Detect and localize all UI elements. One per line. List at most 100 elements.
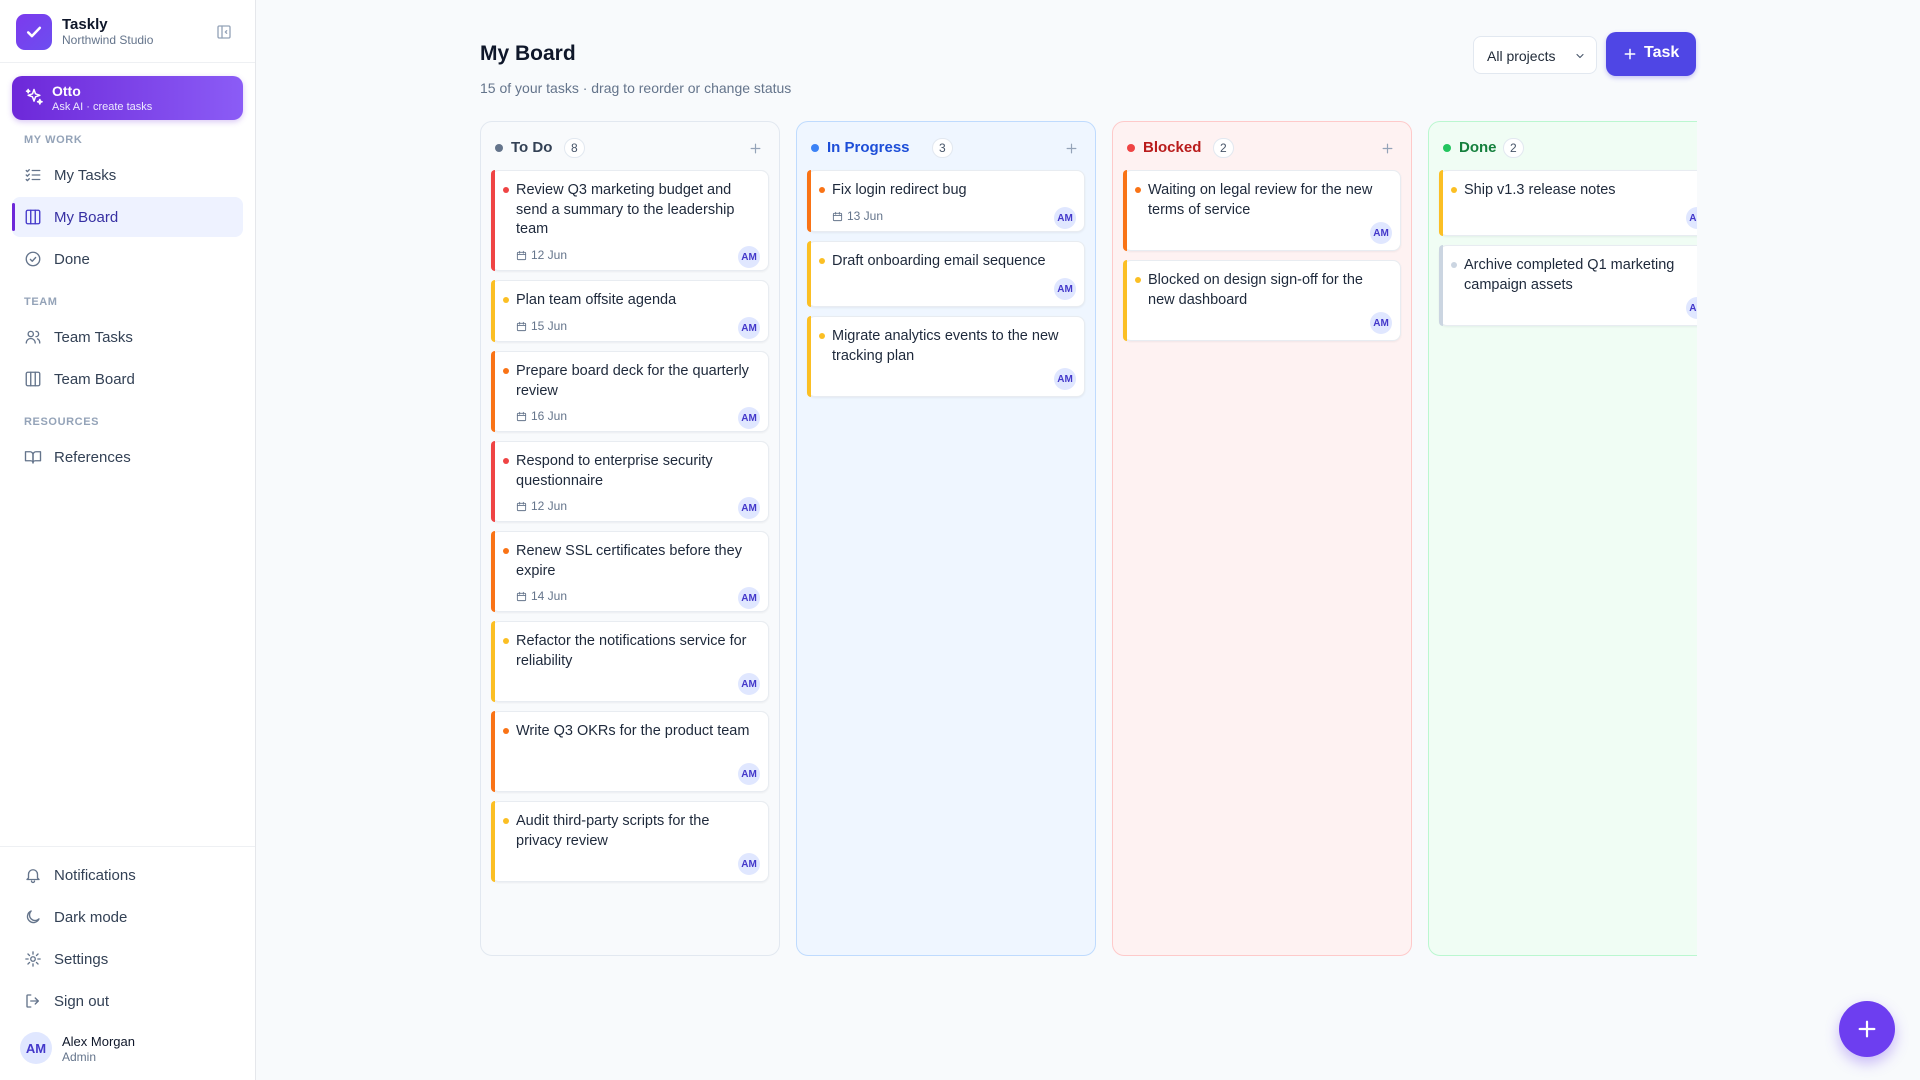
assignee-avatar[interactable]: AM bbox=[738, 587, 760, 609]
priority-dot bbox=[1451, 187, 1457, 193]
add-card-button[interactable] bbox=[1061, 138, 1081, 158]
assignee-avatar[interactable]: AM bbox=[738, 407, 760, 429]
assignee-avatar[interactable]: AM bbox=[1370, 222, 1392, 244]
assignee-avatar[interactable]: AM bbox=[1686, 207, 1697, 229]
sidebar-item-settings[interactable]: Settings bbox=[12, 939, 243, 979]
column-title: To Do bbox=[511, 139, 553, 156]
priority-bar bbox=[491, 621, 495, 702]
task-card[interactable]: Blocked on design sign-off for the new d… bbox=[1123, 260, 1401, 341]
task-title: Ship v1.3 release notes bbox=[1464, 182, 1616, 198]
priority-dot bbox=[503, 368, 509, 374]
add-card-button[interactable] bbox=[1377, 138, 1397, 158]
task-title: Blocked on design sign-off for the new d… bbox=[1148, 272, 1363, 308]
status-dot bbox=[495, 144, 503, 152]
due-date: 15 Jun bbox=[516, 319, 567, 333]
sidebar-item-team-board[interactable]: Team Board bbox=[12, 359, 243, 399]
priority-bar bbox=[491, 351, 495, 432]
priority-dot bbox=[819, 258, 825, 264]
add-card-button[interactable] bbox=[745, 138, 765, 158]
priority-bar bbox=[491, 280, 495, 342]
assignee-avatar[interactable]: AM bbox=[738, 763, 760, 785]
sidebar-item-my-tasks[interactable]: My Tasks bbox=[12, 155, 243, 195]
task-card[interactable]: Prepare board deck for the quarterly rev… bbox=[491, 351, 769, 432]
users-icon bbox=[25, 330, 41, 344]
priority-dot bbox=[1135, 277, 1141, 283]
plus-icon bbox=[1382, 143, 1392, 153]
assignee-avatar[interactable]: AM bbox=[1054, 207, 1076, 229]
priority-bar bbox=[491, 711, 495, 792]
brand-name: Taskly bbox=[62, 16, 108, 33]
assignee-avatar[interactable]: AM bbox=[738, 853, 760, 875]
section-label-team: TEAM bbox=[24, 296, 58, 308]
priority-dot bbox=[503, 297, 509, 303]
sidebar-item-team-tasks[interactable]: Team Tasks bbox=[12, 317, 243, 357]
sparkles-icon bbox=[25, 88, 43, 105]
task-card[interactable]: Ship v1.3 release notes AM bbox=[1439, 170, 1697, 236]
current-user[interactable]: AM Alex Morgan Admin bbox=[20, 1031, 240, 1067]
sidebar-item-done[interactable]: Done bbox=[12, 239, 243, 279]
sidebar-item-dark-mode[interactable]: Dark mode bbox=[12, 897, 243, 937]
sidebar-item-label: Notifications bbox=[54, 867, 136, 884]
sidebar-item-sign-out[interactable]: Sign out bbox=[12, 981, 243, 1021]
otto-ai-button[interactable]: Otto Ask AI · create tasks bbox=[12, 76, 243, 120]
task-card[interactable]: Audit third-party scripts for the privac… bbox=[491, 801, 769, 882]
column-count-badge: 2 bbox=[1503, 138, 1524, 158]
task-card[interactable]: Review Q3 marketing budget and send a su… bbox=[491, 170, 769, 271]
assignee-avatar[interactable]: AM bbox=[738, 497, 760, 519]
priority-bar bbox=[807, 170, 811, 232]
calendar-icon bbox=[516, 321, 527, 331]
project-filter-select[interactable]: All projects bbox=[1473, 36, 1597, 74]
priority-bar bbox=[807, 241, 811, 307]
task-title: Fix login redirect bug bbox=[832, 182, 967, 198]
task-card[interactable]: Refactor the notifications service for r… bbox=[491, 621, 769, 702]
assignee-avatar[interactable]: AM bbox=[738, 673, 760, 695]
assignee-avatar[interactable]: AM bbox=[1054, 278, 1076, 300]
task-card[interactable]: Fix login redirect bug 13 Jun AM bbox=[807, 170, 1085, 232]
log-out-icon bbox=[26, 994, 39, 1008]
assignee-avatar[interactable]: AM bbox=[1054, 368, 1076, 390]
task-card[interactable]: Migrate analytics events to the new trac… bbox=[807, 316, 1085, 397]
task-card[interactable]: Write Q3 OKRs for the product team AM bbox=[491, 711, 769, 792]
plus-icon bbox=[1697, 142, 1698, 155]
due-date-text: 12 Jun bbox=[531, 499, 568, 513]
sidebar-divider bbox=[0, 846, 255, 847]
column-count-badge: 3 bbox=[932, 138, 953, 158]
new-task-button[interactable]: Task bbox=[1606, 32, 1696, 76]
column-title: In Progress bbox=[827, 139, 910, 156]
task-card[interactable]: Respond to enterprise security questionn… bbox=[491, 441, 769, 522]
add-card-button[interactable] bbox=[1693, 138, 1697, 158]
due-date-text: 15 Jun bbox=[531, 319, 568, 333]
column-blocked: Blocked 2 Waiting on legal review for the … bbox=[1112, 121, 1412, 956]
task-title: Refactor the notifications service for r… bbox=[516, 633, 747, 669]
assignee-avatar[interactable]: AM bbox=[738, 246, 760, 268]
floating-add-button[interactable] bbox=[1839, 1001, 1895, 1057]
sidebar-item-notifications[interactable]: Notifications bbox=[12, 855, 243, 895]
chevron-down-icon bbox=[1576, 53, 1584, 59]
sidebar-item-my-board[interactable]: My Board bbox=[12, 197, 243, 237]
collapse-sidebar-icon[interactable] bbox=[214, 22, 234, 42]
user-role: Admin bbox=[62, 1050, 97, 1064]
sidebar-item-references[interactable]: References bbox=[12, 437, 243, 477]
page-title: My Board bbox=[480, 42, 576, 65]
assignee-avatar[interactable]: AM bbox=[1686, 297, 1697, 319]
task-card[interactable]: Waiting on legal review for the new term… bbox=[1123, 170, 1401, 251]
task-card[interactable]: Renew SSL certificates before they expir… bbox=[491, 531, 769, 612]
task-title: Write Q3 OKRs for the product team bbox=[516, 723, 750, 739]
task-card[interactable]: Draft onboarding email sequence AM bbox=[807, 241, 1085, 307]
plus-icon bbox=[1624, 48, 1636, 60]
kanban-board: To Do 8 Review Q3 marketing budget and sen… bbox=[480, 121, 1697, 957]
task-card[interactable]: Plan team offsite agenda 15 Jun AM bbox=[491, 280, 769, 342]
user-name: Alex Morgan bbox=[62, 1034, 135, 1049]
task-card[interactable]: Archive completed Q1 marketing campaign … bbox=[1439, 245, 1697, 326]
assignee-avatar[interactable]: AM bbox=[738, 317, 760, 339]
task-title: Prepare board deck for the quarterly rev… bbox=[516, 363, 749, 399]
status-dot bbox=[1443, 144, 1451, 152]
project-filter-value: All projects bbox=[1487, 48, 1556, 64]
column-in-progress: In Progress 3 Fix login redirect bug 13 Jun… bbox=[796, 121, 1096, 956]
bell-icon bbox=[26, 869, 40, 884]
calendar-icon bbox=[832, 211, 843, 221]
sidebar-item-label: My Tasks bbox=[54, 167, 117, 184]
section-label-resources: RESOURCES bbox=[24, 416, 100, 428]
assignee-avatar[interactable]: AM bbox=[1370, 312, 1392, 334]
due-date: 13 Jun bbox=[832, 209, 883, 223]
